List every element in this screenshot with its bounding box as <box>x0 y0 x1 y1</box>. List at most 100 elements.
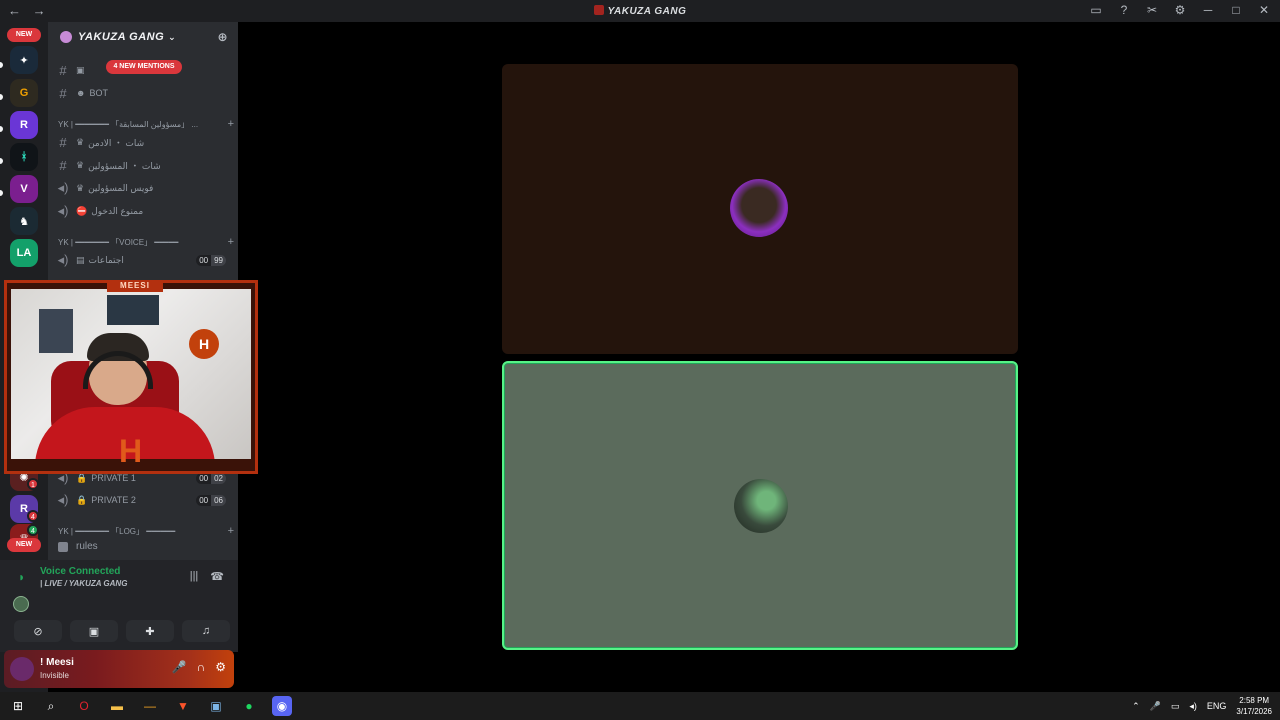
taskbar-apps: ⊞ ⌕ O ▬ — ▼ ▣ ● ◉ <box>8 696 292 716</box>
voice-channel-name[interactable]: | LIVE / YAKUZA GANG <box>40 579 127 588</box>
server-icon <box>593 5 604 15</box>
signal-icon[interactable]: ◗ <box>18 570 25 584</box>
add-channel-icon[interactable]: + <box>228 525 234 537</box>
opera-icon[interactable]: O <box>74 696 94 716</box>
chevron-down-icon: ⌄ <box>168 31 177 42</box>
add-channel-icon[interactable]: + <box>228 236 234 248</box>
guild-header[interactable]: YAKUZA GANG ⌄ ⊕ <box>48 22 238 52</box>
crown-icon: ♛ <box>76 159 85 170</box>
disconnect-icon[interactable]: ☎ <box>210 570 224 583</box>
voice-member-avatar[interactable] <box>13 596 29 612</box>
category-header[interactable]: YK | ━━━━━━━ 「VOICE」 ━━━━━ + <box>58 235 234 249</box>
app-icon[interactable]: — <box>140 696 160 716</box>
new-unread-pill[interactable]: NEW <box>7 538 41 552</box>
speaker-icon: ◂) <box>57 252 69 267</box>
server-icon-4[interactable]: ᚼ <box>10 143 38 171</box>
maximize-icon[interactable]: □ <box>1228 3 1244 17</box>
chevron-up-icon[interactable]: ⌃ <box>1132 701 1140 712</box>
system-tray: ⌃ 🎤 ▭ ◂) ENG 2:58 PM 3/17/2026 <box>1132 695 1272 717</box>
participant-tile[interactable] <box>502 64 1018 354</box>
server-icon-6[interactable]: ♞ <box>10 207 38 235</box>
mic-tray-icon[interactable]: 🎤 <box>1150 701 1161 712</box>
help-icon[interactable]: ? <box>1116 3 1132 17</box>
avatar[interactable] <box>10 657 34 681</box>
hash-icon: # <box>59 62 67 78</box>
discord-icon[interactable]: ◉ <box>272 696 292 716</box>
settings-gear-icon[interactable]: ⚙ <box>215 660 226 674</box>
participant-tile-speaking[interactable] <box>502 361 1018 650</box>
activities-icon[interactable]: ✚ <box>126 620 174 642</box>
channel-item[interactable]: # ♛ شات ・ المسؤولين <box>56 155 236 175</box>
crown-icon: ♛ <box>76 136 85 147</box>
speaker-icon: ◂) <box>57 180 69 195</box>
os-taskbar: ⊞ ⌕ O ▬ — ▼ ▣ ● ◉ ⌃ 🎤 ▭ ◂) ENG 2:58 PM 3… <box>0 692 1280 720</box>
no-entry-icon: ⛔ <box>76 205 88 216</box>
new-unread-pill[interactable]: NEW <box>7 28 41 42</box>
shop-icon[interactable]: ⚙ <box>1172 3 1188 17</box>
titlebar-controls: ▭ ? ✂ ⚙ ─ □ ✕ <box>1088 3 1272 17</box>
user-limit-badge: 00 02 <box>196 472 226 484</box>
server-icon-7[interactable]: LA <box>10 239 38 267</box>
voice-connection-panel: ◗ Voice Connected | LIVE / YAKUZA GANG |… <box>0 560 238 652</box>
webcam-name-tag: MEESI <box>107 280 163 292</box>
unread-dot <box>0 190 3 196</box>
voice-channel-item[interactable]: ◂) ▤ اجتماعات 00 99 <box>56 250 236 270</box>
rules-icon <box>58 541 68 552</box>
volume-icon[interactable]: ◂) <box>1189 701 1197 712</box>
server-icon-2[interactable]: G <box>10 79 38 107</box>
channel-item-rules[interactable]: rules <box>58 541 98 552</box>
server-icon-1[interactable]: ✦ <box>10 46 38 74</box>
guild-name: YAKUZA GANG <box>78 31 165 43</box>
search-icon[interactable]: ⌕ <box>41 696 61 716</box>
add-channel-icon[interactable]: + <box>228 118 234 130</box>
hash-icon: # <box>59 85 67 101</box>
wall-shelf <box>107 295 159 325</box>
mention-badge: 1 <box>27 478 39 490</box>
voice-channel-item[interactable]: ◂) ♛ فويس المسؤولين <box>56 178 236 198</box>
invite-people-icon[interactable]: ⊕ <box>217 30 228 44</box>
user-status: Invisible <box>40 671 69 680</box>
file-explorer-icon[interactable]: ▬ <box>107 696 127 716</box>
category-header[interactable]: YK | ━━━━━━━ 「مسؤولين المسابقة」 ... + <box>58 117 234 131</box>
channel-item-bot[interactable]: # ☻ BOT <box>56 83 236 103</box>
title-bar: ← → YAKUZA GANG ▭ ? ✂ ⚙ ─ □ ✕ <box>0 0 1280 22</box>
screen-share-icon[interactable]: ▣ <box>70 620 118 642</box>
username[interactable]: ! Meesi <box>40 657 74 668</box>
microphone-icon[interactable]: 🎤 <box>172 660 187 674</box>
channel-item[interactable]: # ♛ شات ・ الادمن <box>56 132 236 152</box>
inbox-icon[interactable]: ▭ <box>1088 3 1104 17</box>
webcam-overlay: H MEESI H <box>4 280 258 474</box>
lock-icon: 🔒 <box>76 472 88 483</box>
user-limit-badge: 00 99 <box>196 254 226 266</box>
camera-off-icon[interactable]: ⊘ <box>14 620 62 642</box>
hash-icon: # <box>59 157 67 173</box>
voice-channel-item[interactable]: ◂) ⛔ ممنوع الدخول <box>56 201 236 221</box>
start-icon[interactable]: ⊞ <box>8 696 28 716</box>
voice-channel-item[interactable]: ◂) 🔒 PRIVATE 2 00 06 <box>56 490 236 510</box>
avatar <box>730 179 788 237</box>
clock[interactable]: 2:58 PM 3/17/2026 <box>1236 695 1272 717</box>
app-green-icon[interactable]: ● <box>239 696 259 716</box>
minimize-icon[interactable]: ─ <box>1200 3 1216 17</box>
category-header[interactable]: YK | ━━━━━━━ 「LOG」 ━━━━━━ + <box>58 524 234 538</box>
speaker-icon: ◂) <box>57 492 69 507</box>
overlay-logo: H <box>119 433 143 469</box>
server-icon-5[interactable]: V <box>10 175 38 203</box>
noise-suppression-icon[interactable]: ||| <box>190 570 199 583</box>
new-mentions-pill[interactable]: 4 NEW MENTIONS <box>106 60 182 74</box>
user-controls: 🎤 ∩ ⚙ <box>172 660 226 674</box>
app-window-icon[interactable]: ▣ <box>206 696 226 716</box>
voice-status[interactable]: Voice Connected <box>40 566 120 577</box>
soundboard-icon[interactable]: ♫ <box>182 620 230 642</box>
brave-icon[interactable]: ▼ <box>173 696 193 716</box>
close-icon[interactable]: ✕ <box>1256 3 1272 17</box>
tools-icon[interactable]: ✂ <box>1144 3 1160 17</box>
language-indicator[interactable]: ENG <box>1207 701 1227 711</box>
headphones-icon[interactable]: ∩ <box>197 660 206 674</box>
user-limit-badge: 00 06 <box>196 494 226 506</box>
unread-dot <box>0 158 3 164</box>
network-icon[interactable]: ▭ <box>1171 701 1180 712</box>
server-icon-3[interactable]: R <box>10 111 38 139</box>
unread-dot <box>0 94 3 100</box>
lock-icon: 🔒 <box>76 494 88 505</box>
